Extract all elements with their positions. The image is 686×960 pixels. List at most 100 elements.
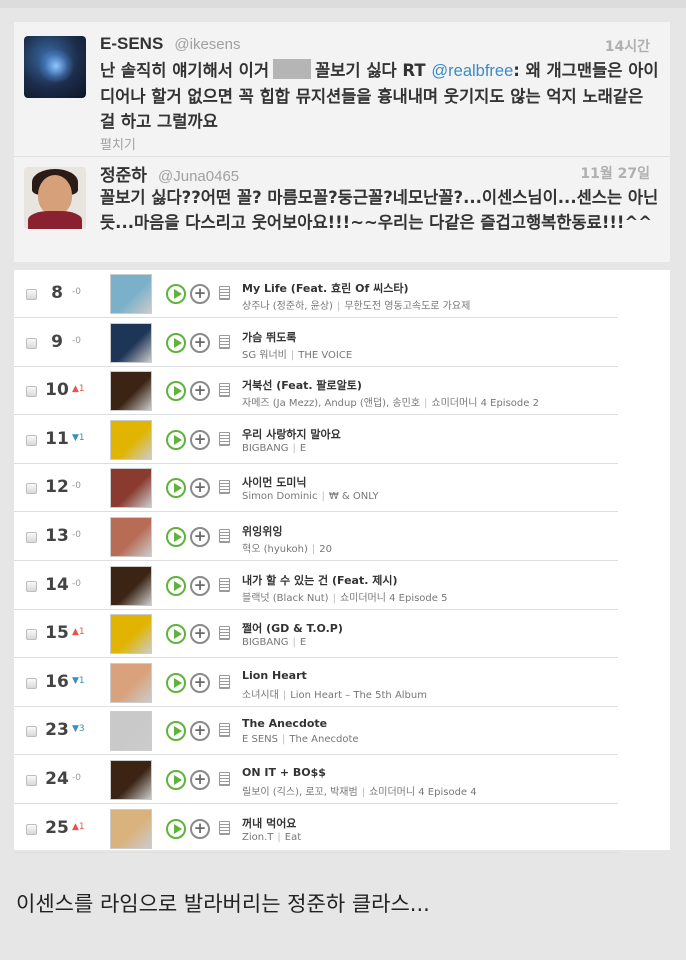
song-title[interactable]: 내가 할 수 있는 건 (Feat. 제시) — [242, 572, 612, 588]
play-icon[interactable] — [166, 721, 186, 742]
album-art[interactable] — [110, 517, 152, 557]
album-art[interactable] — [110, 808, 152, 849]
song-title[interactable]: 우리 사랑하지 말아요 — [242, 426, 612, 442]
select-checkbox[interactable] — [26, 289, 37, 300]
album-name[interactable]: THE VOICE — [298, 350, 352, 361]
album-art[interactable] — [110, 662, 152, 703]
artist-name[interactable]: 혁오 (hyukoh) — [242, 544, 308, 555]
play-icon[interactable] — [166, 672, 186, 693]
lyrics-icon[interactable] — [219, 723, 230, 738]
tweet-author-name[interactable]: E-SENS — [100, 34, 163, 53]
play-icon[interactable] — [166, 429, 186, 450]
album-name[interactable]: Lion Heart – The 5th Album — [290, 690, 427, 701]
lyrics-icon[interactable] — [219, 334, 230, 349]
album-art[interactable] — [110, 274, 152, 314]
song-title[interactable]: My Life (Feat. 효린 Of 씨스타) — [242, 280, 612, 296]
album-name[interactable]: E — [300, 443, 306, 454]
add-icon[interactable]: + — [190, 672, 210, 693]
song-title[interactable]: ON IT + BO$$ — [242, 766, 612, 779]
select-checkbox[interactable] — [26, 434, 37, 446]
select-checkbox[interactable] — [26, 823, 37, 835]
tweet-author-handle[interactable]: @Juna0465 — [158, 168, 239, 185]
add-icon[interactable]: + — [190, 527, 210, 547]
song-title[interactable]: 쩔어 (GD & T.O.P) — [242, 620, 612, 636]
add-icon[interactable]: + — [190, 721, 210, 742]
select-checkbox[interactable] — [26, 677, 37, 689]
add-icon[interactable]: + — [190, 332, 210, 353]
artist-name[interactable]: 자메즈 (Ja Mezz), Andup (앤덥), 송민호 — [242, 398, 420, 409]
song-title[interactable]: 꺼내 먹어요 — [242, 815, 612, 831]
album-name[interactable]: 쇼미더머니 4 Episode 4 — [369, 787, 477, 798]
chart-row[interactable]: 13 -0 + 위잉위잉 혁오 (hyukoh) | 20 — [14, 513, 618, 561]
select-checkbox[interactable] — [26, 629, 37, 641]
album-art[interactable] — [110, 760, 152, 800]
album-name[interactable]: The Anecdote — [289, 734, 358, 745]
album-art[interactable] — [110, 468, 152, 509]
lyrics-icon[interactable] — [219, 577, 230, 592]
album-art[interactable] — [110, 371, 152, 412]
artist-name[interactable]: 블랙넛 (Black Nut) — [242, 593, 329, 604]
play-icon[interactable] — [166, 575, 186, 596]
artist-name[interactable]: Simon Dominic — [242, 491, 317, 502]
play-icon[interactable] — [166, 527, 186, 547]
artist-name[interactable]: SG 워너비 — [242, 350, 287, 361]
chart-row[interactable]: 11 ▼1 + 우리 사랑하지 말아요 BIGBANG | E — [14, 416, 618, 464]
select-checkbox[interactable] — [26, 532, 37, 543]
add-icon[interactable]: + — [190, 429, 210, 450]
play-icon[interactable] — [166, 478, 186, 499]
lyrics-icon[interactable] — [219, 286, 230, 300]
play-icon[interactable] — [166, 624, 186, 645]
song-title[interactable]: The Anecdote — [242, 717, 612, 730]
add-icon[interactable]: + — [190, 624, 210, 645]
avatar[interactable] — [24, 36, 86, 98]
artist-name[interactable]: Zion.T — [242, 832, 273, 843]
chart-row[interactable]: 8 -0 + My Life (Feat. 효린 Of 씨스타) 상주나 (정준하, 윤… — [14, 270, 618, 318]
lyrics-icon[interactable] — [219, 431, 230, 446]
avatar[interactable] — [24, 167, 86, 229]
chart-row[interactable]: 9 -0 + 가슴 뛰도록 SG 워너비 | THE VOICE — [14, 319, 618, 367]
album-name[interactable]: E — [300, 637, 306, 648]
song-title[interactable]: 가슴 뛰도록 — [242, 329, 612, 345]
play-icon[interactable] — [166, 284, 186, 304]
select-checkbox[interactable] — [26, 580, 37, 592]
chart-row[interactable]: 25 ▲1 + 꺼내 먹어요 Zion.T | Eat — [14, 805, 618, 853]
tweet-author-name[interactable]: 정준하 — [100, 166, 147, 185]
add-icon[interactable]: + — [190, 284, 210, 304]
artist-name[interactable]: 상주나 (정준하, 윤상) — [242, 301, 333, 312]
album-name[interactable]: 쇼미더머니 4 Episode 2 — [431, 398, 539, 409]
artist-name[interactable]: E SENS — [242, 734, 278, 745]
chart-row[interactable]: 10 ▲1 + 거북선 (Feat. 팔로알토) 자메즈 (Ja Mezz), Andu… — [14, 367, 618, 416]
tweet-timestamp[interactable]: 14시간 — [605, 36, 650, 56]
add-icon[interactable]: + — [190, 770, 210, 790]
chart-row[interactable]: 12 -0 + 사이먼 도미닉 Simon Dominic | ₩ & ONLY — [14, 464, 618, 513]
chart-row[interactable]: 24 -0 + ON IT + BO$$ 릴보이 (긱스), 로꼬, 박재범 | 쇼미더머니… — [14, 756, 618, 804]
add-icon[interactable]: + — [190, 818, 210, 839]
chart-row[interactable]: 16 ▼1 + Lion Heart 소녀시대 | Lion Heart – The 5th… — [14, 659, 618, 707]
play-icon[interactable] — [166, 381, 186, 402]
chart-row[interactable]: 15 ▲1 + 쩔어 (GD & T.O.P) BIGBANG | E — [14, 610, 618, 659]
play-icon[interactable] — [166, 770, 186, 790]
album-art[interactable] — [110, 322, 152, 363]
song-title[interactable]: 사이먼 도미닉 — [242, 474, 612, 490]
album-art[interactable] — [110, 419, 152, 460]
select-checkbox[interactable] — [26, 386, 37, 398]
select-checkbox[interactable] — [26, 337, 37, 349]
album-name[interactable]: ₩ & ONLY — [329, 491, 379, 502]
lyrics-icon[interactable] — [219, 772, 230, 786]
artist-name[interactable]: 릴보이 (긱스), 로꼬, 박재범 — [242, 787, 358, 798]
artist-name[interactable]: BIGBANG — [242, 637, 289, 648]
select-checkbox[interactable] — [26, 483, 37, 495]
lyrics-icon[interactable] — [219, 383, 230, 398]
lyrics-icon[interactable] — [219, 480, 230, 495]
chart-row[interactable]: 14 -0 + 내가 할 수 있는 건 (Feat. 제시) 블랙넛 (Black Nu… — [14, 562, 618, 610]
album-art[interactable] — [110, 614, 152, 655]
select-checkbox[interactable] — [26, 726, 37, 738]
play-icon[interactable] — [166, 332, 186, 353]
expand-link[interactable]: 펼치기 — [100, 134, 136, 153]
song-title[interactable]: 위잉위잉 — [242, 523, 612, 539]
chart-row[interactable]: 23 ▼3 + The Anecdote E SENS | The Anecdote — [14, 707, 618, 756]
album-art[interactable] — [110, 711, 152, 752]
artist-name[interactable]: BIGBANG — [242, 443, 289, 454]
tweet-author-handle[interactable]: @ikesens — [174, 36, 240, 53]
song-title[interactable]: 거북선 (Feat. 팔로알토) — [242, 377, 612, 393]
